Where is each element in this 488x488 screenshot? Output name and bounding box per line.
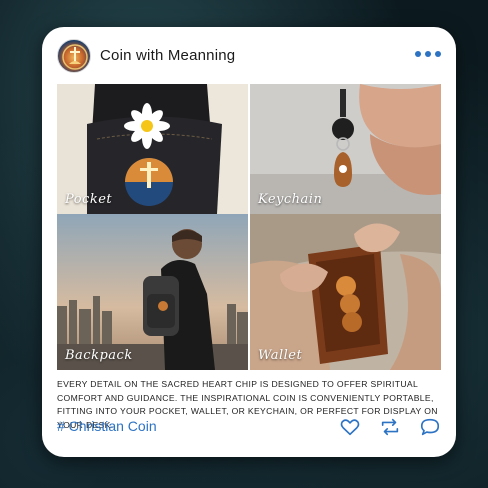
dot bbox=[435, 51, 441, 57]
post-actions bbox=[339, 416, 441, 438]
photo-label: Backpack bbox=[65, 348, 133, 363]
photo-grid: Pocket Keychain Backpack Wallet bbox=[57, 84, 441, 370]
wallet-photo bbox=[250, 214, 441, 370]
photo-label: Wallet bbox=[258, 348, 303, 363]
comment-icon[interactable] bbox=[419, 416, 441, 438]
repost-icon[interactable] bbox=[379, 416, 401, 438]
more-dots-icon[interactable] bbox=[415, 51, 441, 57]
photo-pocket[interactable]: Pocket bbox=[57, 84, 248, 214]
coin-avatar-icon bbox=[62, 44, 88, 70]
avatar[interactable] bbox=[57, 39, 91, 73]
dot bbox=[425, 51, 431, 57]
backpack-photo bbox=[57, 214, 248, 370]
photo-backpack[interactable]: Backpack bbox=[57, 214, 248, 370]
dot bbox=[415, 51, 421, 57]
photo-wallet[interactable]: Wallet bbox=[250, 214, 441, 370]
hashtag-link[interactable]: # Christian Coin bbox=[57, 418, 157, 434]
post-header: Coin with Meanning bbox=[57, 39, 441, 73]
photo-keychain[interactable]: Keychain bbox=[250, 84, 441, 214]
photo-label: Keychain bbox=[258, 192, 323, 207]
photo-label: Pocket bbox=[65, 192, 113, 207]
post-card: Coin with Meanning Pocket Keychain Backp… bbox=[42, 27, 456, 457]
heart-icon[interactable] bbox=[339, 416, 361, 438]
post-title: Coin with Meanning bbox=[100, 47, 236, 64]
post-footer: # Christian Coin bbox=[57, 415, 441, 439]
